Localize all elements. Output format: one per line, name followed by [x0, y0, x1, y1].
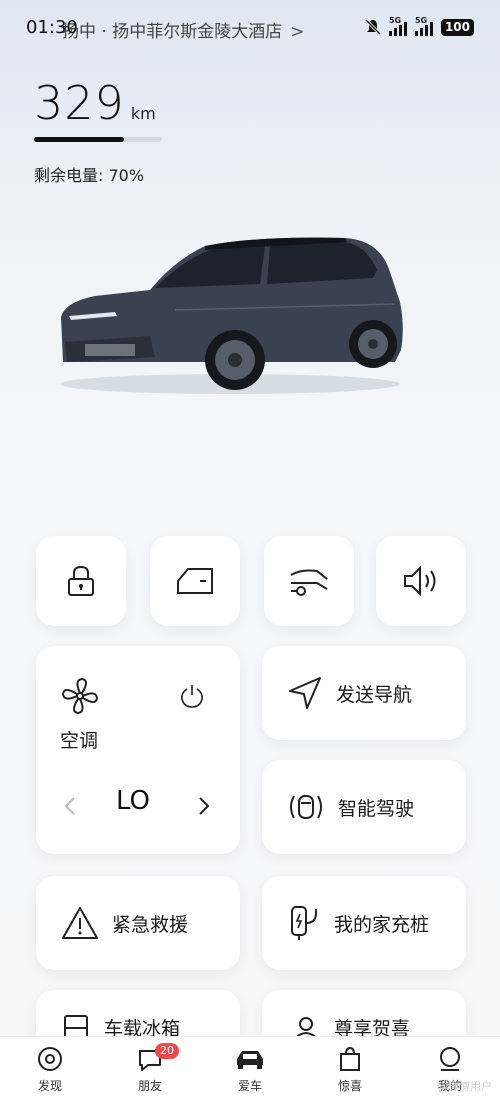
status-bar: 扬中 · 扬中菲尔斯金陵大酒店 > 01:30 5G 5G 100 — [0, 0, 500, 56]
navigation-arrow-icon — [289, 677, 321, 709]
range-display: 329 km — [34, 76, 156, 130]
climate-level: LO — [116, 786, 151, 816]
emergency-rescue-label: 紧急救援 — [112, 913, 189, 936]
emergency-rescue-card[interactable]: 紧急救援 — [36, 876, 240, 970]
tab-friends[interactable]: 20 朋友 — [110, 1043, 190, 1094]
signal-strength-icon-2: 5G — [414, 16, 433, 36]
tab-surprise[interactable]: 惊喜 — [310, 1045, 390, 1094]
home-charger-label: 我的家充桩 — [334, 913, 430, 936]
profile-icon — [440, 1047, 460, 1071]
signal-strength-icon: 5G — [388, 16, 407, 36]
home-charger-card[interactable]: 我的家充桩 — [262, 876, 466, 970]
tab-surprise-label: 惊喜 — [337, 1079, 362, 1093]
lock-button[interactable] — [36, 536, 126, 626]
range-unit: km — [130, 104, 156, 123]
range-value: 329 — [34, 76, 125, 130]
tab-my-car-label: 爱车 — [237, 1079, 262, 1093]
location-selector[interactable]: 扬中 · 扬中菲尔斯金陵大酒店 > — [62, 17, 304, 42]
chevron-left-icon[interactable] — [64, 796, 76, 816]
tab-discover[interactable]: 发现 — [10, 1045, 90, 1094]
send-navigation-label: 发送导航 — [336, 683, 413, 706]
battery-remaining-label: 剩余电量: 70% — [34, 166, 145, 185]
tailgate-button[interactable] — [264, 536, 354, 626]
power-icon[interactable] — [178, 682, 206, 710]
car-door-icon — [177, 568, 213, 594]
horn-button[interactable] — [376, 536, 466, 626]
smart-driving-card[interactable]: 智能驾驶 — [262, 760, 466, 854]
fan-icon — [61, 677, 99, 715]
friends-notification-badge: 20 — [155, 1043, 179, 1059]
network-type: 5G — [388, 16, 402, 25]
location-text: 扬中 · 扬中菲尔斯金陵大酒店 — [62, 22, 283, 42]
climate-card[interactable]: 空调 LO — [36, 646, 240, 854]
car-icon — [237, 1051, 263, 1069]
smart-driving-label: 智能驾驶 — [338, 797, 415, 820]
battery-progress-fill — [34, 137, 124, 142]
shopping-bag-icon — [340, 1046, 360, 1071]
chevron-right-icon: > — [290, 22, 305, 42]
car-door-button[interactable] — [150, 536, 240, 626]
discover-icon — [38, 1047, 62, 1071]
speaker-icon — [404, 565, 436, 597]
status-time: 01:30 — [26, 17, 78, 38]
bottom-tab-bar: 发现 20 朋友 爱车 惊喜 我的 — [0, 1036, 500, 1100]
tab-discover-label: 发现 — [37, 1079, 62, 1093]
tailgate-icon — [290, 569, 328, 596]
assisted-driving-icon — [290, 795, 322, 819]
status-icons: 5G 5G 100 — [364, 16, 474, 38]
tab-my-car[interactable]: 爱车 — [210, 1045, 290, 1094]
lock-icon — [68, 565, 94, 596]
mute-icon — [364, 18, 381, 36]
chevron-right-icon[interactable] — [198, 796, 210, 816]
network-type-2: 5G — [414, 16, 428, 25]
tab-friends-label: 朋友 — [137, 1079, 162, 1093]
send-navigation-card[interactable]: 发送导航 — [262, 646, 466, 740]
battery-progress-bar — [34, 137, 162, 142]
watermark: @微博用户 — [437, 1080, 492, 1093]
battery-indicator: 100 — [440, 18, 474, 36]
warning-triangle-icon — [62, 907, 98, 939]
charger-icon — [291, 906, 317, 940]
vehicle-image[interactable] — [55, 232, 405, 402]
climate-title: 空调 — [60, 730, 99, 752]
